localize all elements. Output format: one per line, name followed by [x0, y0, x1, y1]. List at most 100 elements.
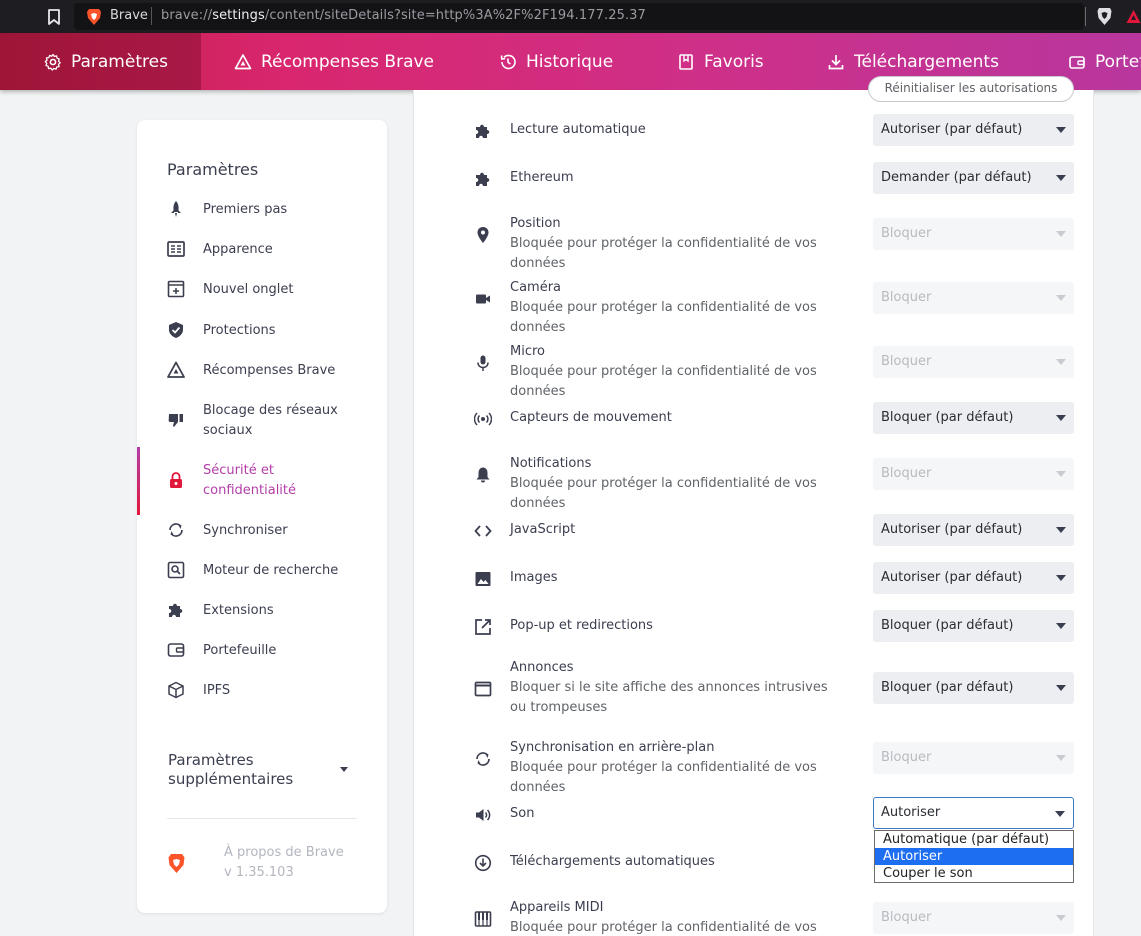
permission-subtitle: Bloquée pour protéger la confidentialité… [510, 760, 817, 795]
chevron-down-icon [1056, 175, 1066, 181]
permission-subtitle: Bloquée pour protéger la confidentialité… [510, 300, 817, 335]
settings-sidebar: Paramètres Premiers pas Apparence Nouvel… [137, 120, 387, 913]
puzzle-icon [476, 172, 490, 186]
rocket-icon [171, 201, 181, 217]
camera-icon [476, 294, 490, 304]
chevron-down-icon [1056, 415, 1066, 421]
chevron-down-icon [1056, 471, 1066, 477]
permission-select[interactable]: Bloquer [873, 218, 1074, 250]
about-brave-link[interactable]: À propos de Brave [224, 845, 344, 860]
permission-subtitle: Bloquée pour protéger la confidentialité… [510, 364, 817, 399]
bookmark-icon[interactable] [44, 7, 64, 27]
sidebar-title: Paramètres [167, 160, 259, 179]
url-separator [151, 7, 152, 25]
permission-subtitle: Bloquer si le site affiche des annonces … [510, 680, 828, 715]
chevron-down-icon [1056, 527, 1066, 533]
permission-select[interactable]: Bloquer [873, 742, 1074, 774]
cube-icon [168, 681, 184, 699]
nav-tab-label: Téléchargements [854, 51, 999, 72]
dropdown-option[interactable]: Couper le son [875, 865, 1073, 882]
chevron-down-icon [1056, 231, 1066, 237]
sidebar-divider [167, 818, 357, 819]
gear-icon [44, 53, 61, 71]
nav-tab-wallet[interactable]: Portefeuille [1068, 33, 1141, 90]
permission-title: Annonces [510, 660, 574, 675]
permission-select[interactable]: Bloquer [873, 458, 1074, 490]
permission-title: Position [510, 216, 561, 231]
permission-title: Images [510, 570, 558, 585]
chevron-down-icon [1056, 623, 1066, 629]
permission-select[interactable]: Demander (par défaut) [873, 162, 1074, 194]
permission-title: Caméra [510, 280, 562, 295]
wallet-icon [1069, 55, 1085, 69]
permission-select[interactable]: Bloquer [873, 282, 1074, 314]
chevron-down-icon [1056, 685, 1066, 691]
permission-select[interactable]: Autoriser (par défaut) [873, 114, 1074, 146]
permission-subtitle: Bloquée pour protéger la confidentialité… [510, 476, 817, 511]
permission-title: Synchronisation en arrière-plan [510, 740, 715, 755]
permission-title: Notifications [510, 456, 592, 471]
chevron-down-icon [1056, 127, 1066, 133]
speaker-icon [476, 809, 491, 821]
motion-sensor-icon [474, 412, 492, 426]
brave-site-label: Brave [110, 8, 148, 23]
sound-dropdown-list: Automatique (par défaut) Autoriser Coupe… [874, 830, 1074, 883]
piano-icon [474, 911, 492, 927]
permission-title: Son [510, 806, 535, 821]
puzzle-icon [476, 124, 490, 138]
nav-tab-label: Favoris [704, 51, 764, 72]
chevron-down-icon [1056, 755, 1066, 761]
permission-title: Téléchargements automatiques [510, 854, 715, 869]
permission-select[interactable]: Bloquer (par défaut) [873, 402, 1074, 434]
sync-icon [476, 752, 490, 766]
nav-tab-settings[interactable]: Paramètres [0, 33, 201, 90]
version-label: v 1.35.103 [224, 865, 294, 880]
permission-title: Ethereum [510, 170, 574, 185]
nav-tab-rewards[interactable]: Récompenses Brave [234, 33, 434, 90]
nav-tab-bookmarks[interactable]: Favoris [677, 33, 764, 90]
appearance-icon [167, 241, 185, 257]
rewards-triangle-icon[interactable] [1126, 9, 1141, 24]
active-indicator [137, 447, 140, 515]
address-bar: Brave brave://settings/content/siteDetai… [0, 0, 1141, 33]
permission-subtitle: Bloquée pour protéger la confidentialité… [510, 920, 817, 935]
permission-select[interactable]: Bloquer (par défaut) [873, 672, 1074, 704]
dropdown-option-selected[interactable]: Autoriser [875, 848, 1073, 865]
permission-title: Lecture automatique [510, 122, 646, 137]
nav-tab-label: Paramètres [71, 51, 168, 72]
brave-shields-icon[interactable] [1097, 7, 1112, 26]
dropdown-option[interactable]: Automatique (par défaut) [875, 831, 1073, 848]
chevron-down-icon[interactable] [340, 767, 348, 772]
permission-select[interactable]: Bloquer (par défaut) [873, 610, 1074, 642]
brave-logo-icon [168, 854, 185, 873]
permission-select[interactable]: Autoriser (par défaut) [873, 514, 1074, 546]
chevron-down-icon [1056, 295, 1066, 301]
chevron-down-icon [1055, 811, 1065, 817]
site-permissions-panel: Réinitialiser les autorisations Lecture … [413, 76, 1094, 936]
permission-select[interactable]: Bloquer [873, 346, 1074, 378]
permission-subtitle: Bloquée pour protéger la confidentialité… [510, 236, 817, 271]
puzzle-icon [169, 603, 183, 617]
reset-permissions-button[interactable]: Réinitialiser les autorisations [868, 76, 1074, 102]
thumbs-down-icon [168, 414, 183, 427]
popup-icon [475, 619, 491, 635]
permission-title: Pop-up et redirections [510, 618, 653, 633]
nav-tab-label: Historique [526, 51, 614, 72]
permission-select[interactable]: Bloquer [873, 902, 1074, 934]
bookmark-book-icon [679, 53, 693, 70]
download-icon [828, 54, 844, 69]
download-circle-icon [474, 854, 492, 872]
more-settings-toggle[interactable]: Paramètres supplémentaires [168, 751, 328, 789]
rewards-triangle-icon [234, 53, 252, 69]
permission-title: Appareils MIDI [510, 900, 604, 915]
location-pin-icon [477, 227, 489, 243]
brave-logo-icon [87, 9, 101, 25]
chevron-down-icon [1056, 359, 1066, 365]
nav-tab-label: Portefeuille [1095, 51, 1141, 72]
sound-permission-select[interactable]: Autoriser [873, 797, 1074, 829]
permission-title: Micro [510, 344, 545, 359]
nav-tab-history[interactable]: Historique [499, 33, 613, 90]
url-field[interactable]: Brave brave://settings/content/siteDetai… [74, 3, 1084, 30]
permission-title: Capteurs de mouvement [510, 410, 672, 425]
permission-select[interactable]: Autoriser (par défaut) [873, 562, 1074, 594]
